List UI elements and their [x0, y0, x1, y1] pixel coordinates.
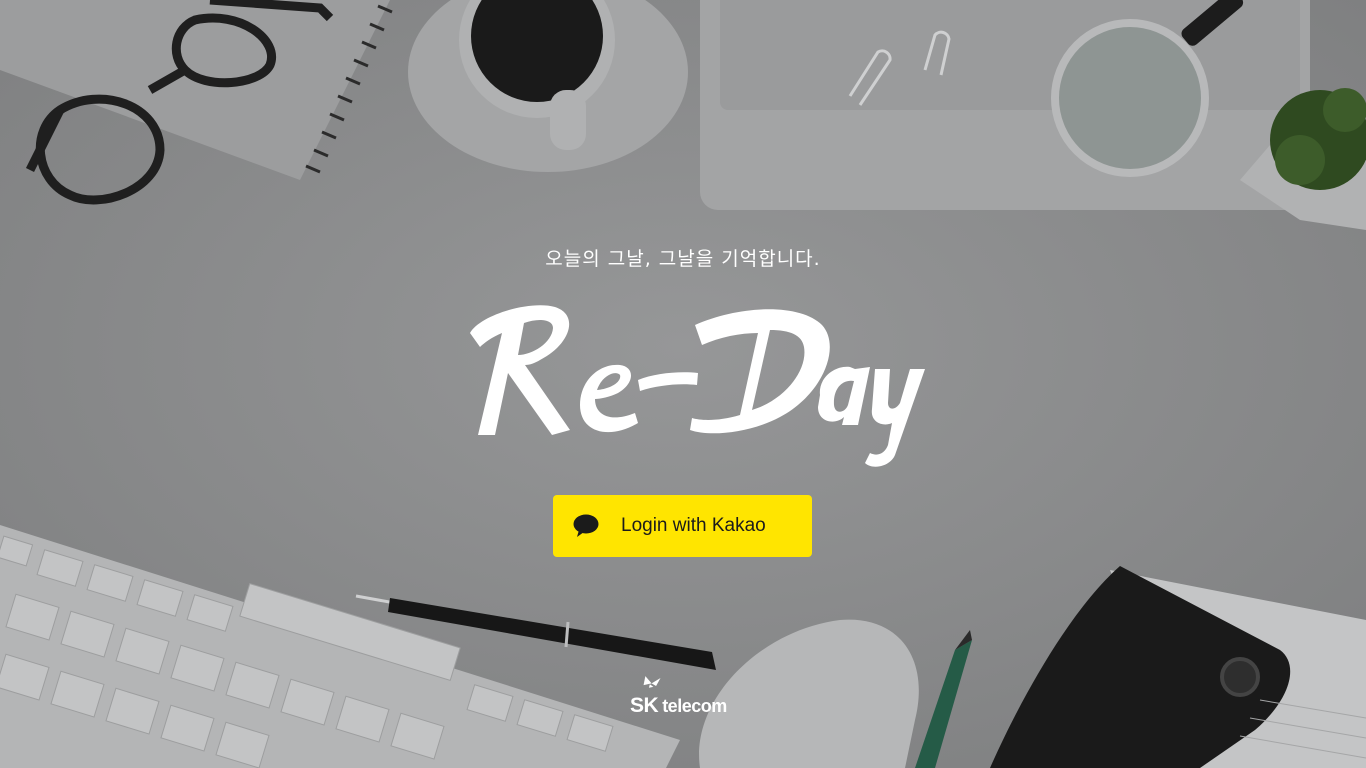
tagline: 오늘의 그날, 그날을 기억합니다. [545, 248, 821, 270]
re-day-logo [470, 305, 925, 467]
tablet-image [700, 0, 1310, 210]
login-with-kakao-button[interactable]: Login with Kakao [553, 495, 812, 557]
speech-bubble-icon [573, 514, 599, 537]
brand-telecom: telecom [662, 696, 727, 716]
sk-telecom-brand: SK telecom [630, 694, 727, 718]
login-button-label: Login with Kakao [621, 515, 766, 536]
brand-sk: SK [630, 694, 659, 717]
